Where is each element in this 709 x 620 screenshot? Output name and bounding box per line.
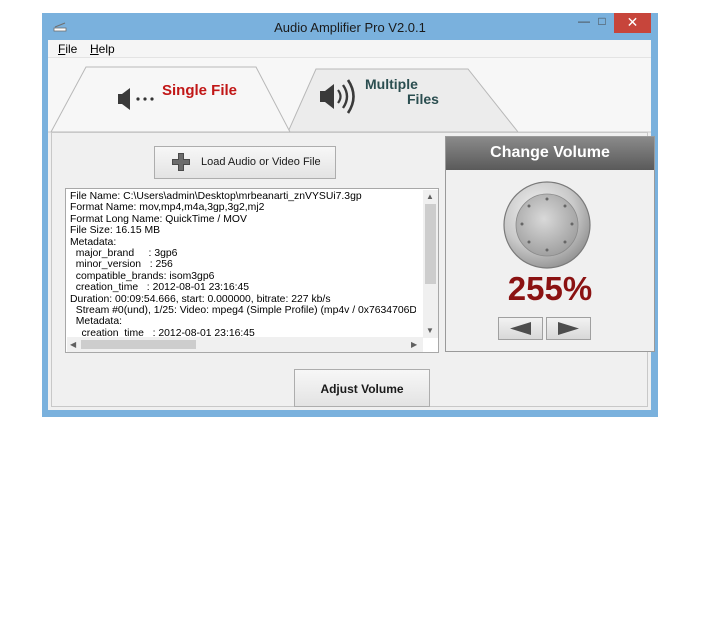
tab-multiple-files[interactable]: Multiple Files: [365, 77, 439, 107]
tab-strip: Single File Multiple Files: [48, 58, 651, 133]
file-info-line: File Name: C:\Users\admin\Desktop\mrbean…: [70, 191, 362, 202]
tab-multiple-files-line1: Multiple: [365, 76, 418, 92]
file-info-text: File Name: C:\Users\admin\Desktop\mrbean…: [70, 191, 416, 339]
file-info-line: Duration: 00:09:54.666, start: 0.000000,…: [70, 293, 331, 305]
vertical-scroll-thumb[interactable]: [425, 204, 436, 284]
file-info-line: Format Name: mov,mp4,m4a,3gp,3g2,mj2: [70, 202, 265, 214]
vertical-scrollbar[interactable]: ▲ ▼: [423, 190, 438, 338]
file-info-line: Metadata:: [70, 236, 117, 248]
client-area: File Help Single File Multiple Files Loa…: [48, 40, 655, 410]
scroll-up-icon[interactable]: ▲: [426, 192, 434, 201]
volume-decrease-button[interactable]: [498, 317, 543, 340]
file-info-line: compatible_brands: isom3gp6: [70, 270, 215, 282]
menu-bar: File Help: [48, 40, 651, 58]
maximize-button[interactable]: □: [588, 14, 616, 34]
volume-knob[interactable]: [501, 179, 593, 271]
tab-single-file[interactable]: Single File: [162, 82, 237, 99]
tab-multiple-files-line2: Files: [407, 91, 439, 107]
scroll-right-icon[interactable]: ▶: [411, 340, 417, 349]
scroll-down-icon[interactable]: ▼: [426, 326, 434, 335]
volume-header: Change Volume: [446, 137, 654, 170]
file-info-textbox[interactable]: File Name: C:\Users\admin\Desktop\mrbean…: [65, 188, 439, 353]
plus-icon: [172, 153, 190, 171]
volume-percent: 255%: [507, 270, 593, 307]
arrow-right-icon: [558, 322, 579, 335]
adjust-volume-button-label: Adjust Volume: [320, 382, 404, 396]
close-button[interactable]: ✕: [614, 13, 651, 33]
load-file-button[interactable]: Load Audio or Video File: [154, 146, 336, 179]
scroll-left-icon[interactable]: ◀: [70, 340, 76, 349]
file-info-line: Stream #0(und), 1/25: Video: mpeg4 (Simp…: [75, 305, 416, 317]
file-info-line: minor_version : 256: [70, 259, 173, 271]
horizontal-scrollbar[interactable]: ◀ ▶: [67, 337, 423, 352]
file-info-line: major_brand : 3gp6: [70, 248, 178, 260]
adjust-volume-button[interactable]: Adjust Volume: [294, 369, 430, 407]
single-file-panel: Load Audio or Video File File Name: C:\U…: [51, 132, 655, 407]
file-info-line: File Size: 16.15 MB: [70, 225, 161, 237]
volume-header-label: Change Volume: [490, 144, 610, 161]
file-info-line: Format Long Name: QuickTime / MOV: [70, 213, 247, 225]
horizontal-scroll-thumb[interactable]: [81, 340, 196, 349]
window-title: Audio Amplifier Pro V2.0.1: [274, 20, 426, 35]
close-icon: ✕: [626, 14, 639, 30]
title-bar[interactable]: Audio Amplifier Pro V2.0.1 — □ ✕: [42, 13, 658, 41]
file-info-line: creation_time : 2012-08-01 23:16:45: [70, 282, 250, 294]
arrow-left-icon: [510, 322, 531, 335]
menu-file[interactable]: File: [58, 42, 77, 56]
tab-single-file-shape: [50, 66, 291, 133]
file-info-line: Metadata:: [70, 316, 122, 328]
maximize-icon: □: [598, 14, 606, 28]
tab-shapes: [48, 66, 651, 133]
volume-increase-button[interactable]: [546, 317, 591, 340]
volume-panel: Change Volume 255%: [445, 136, 655, 352]
load-file-button-label: Load Audio or Video File: [201, 156, 321, 168]
app-window: Audio Amplifier Pro V2.0.1 — □ ✕ File He…: [42, 13, 658, 417]
menu-help[interactable]: Help: [90, 42, 115, 56]
